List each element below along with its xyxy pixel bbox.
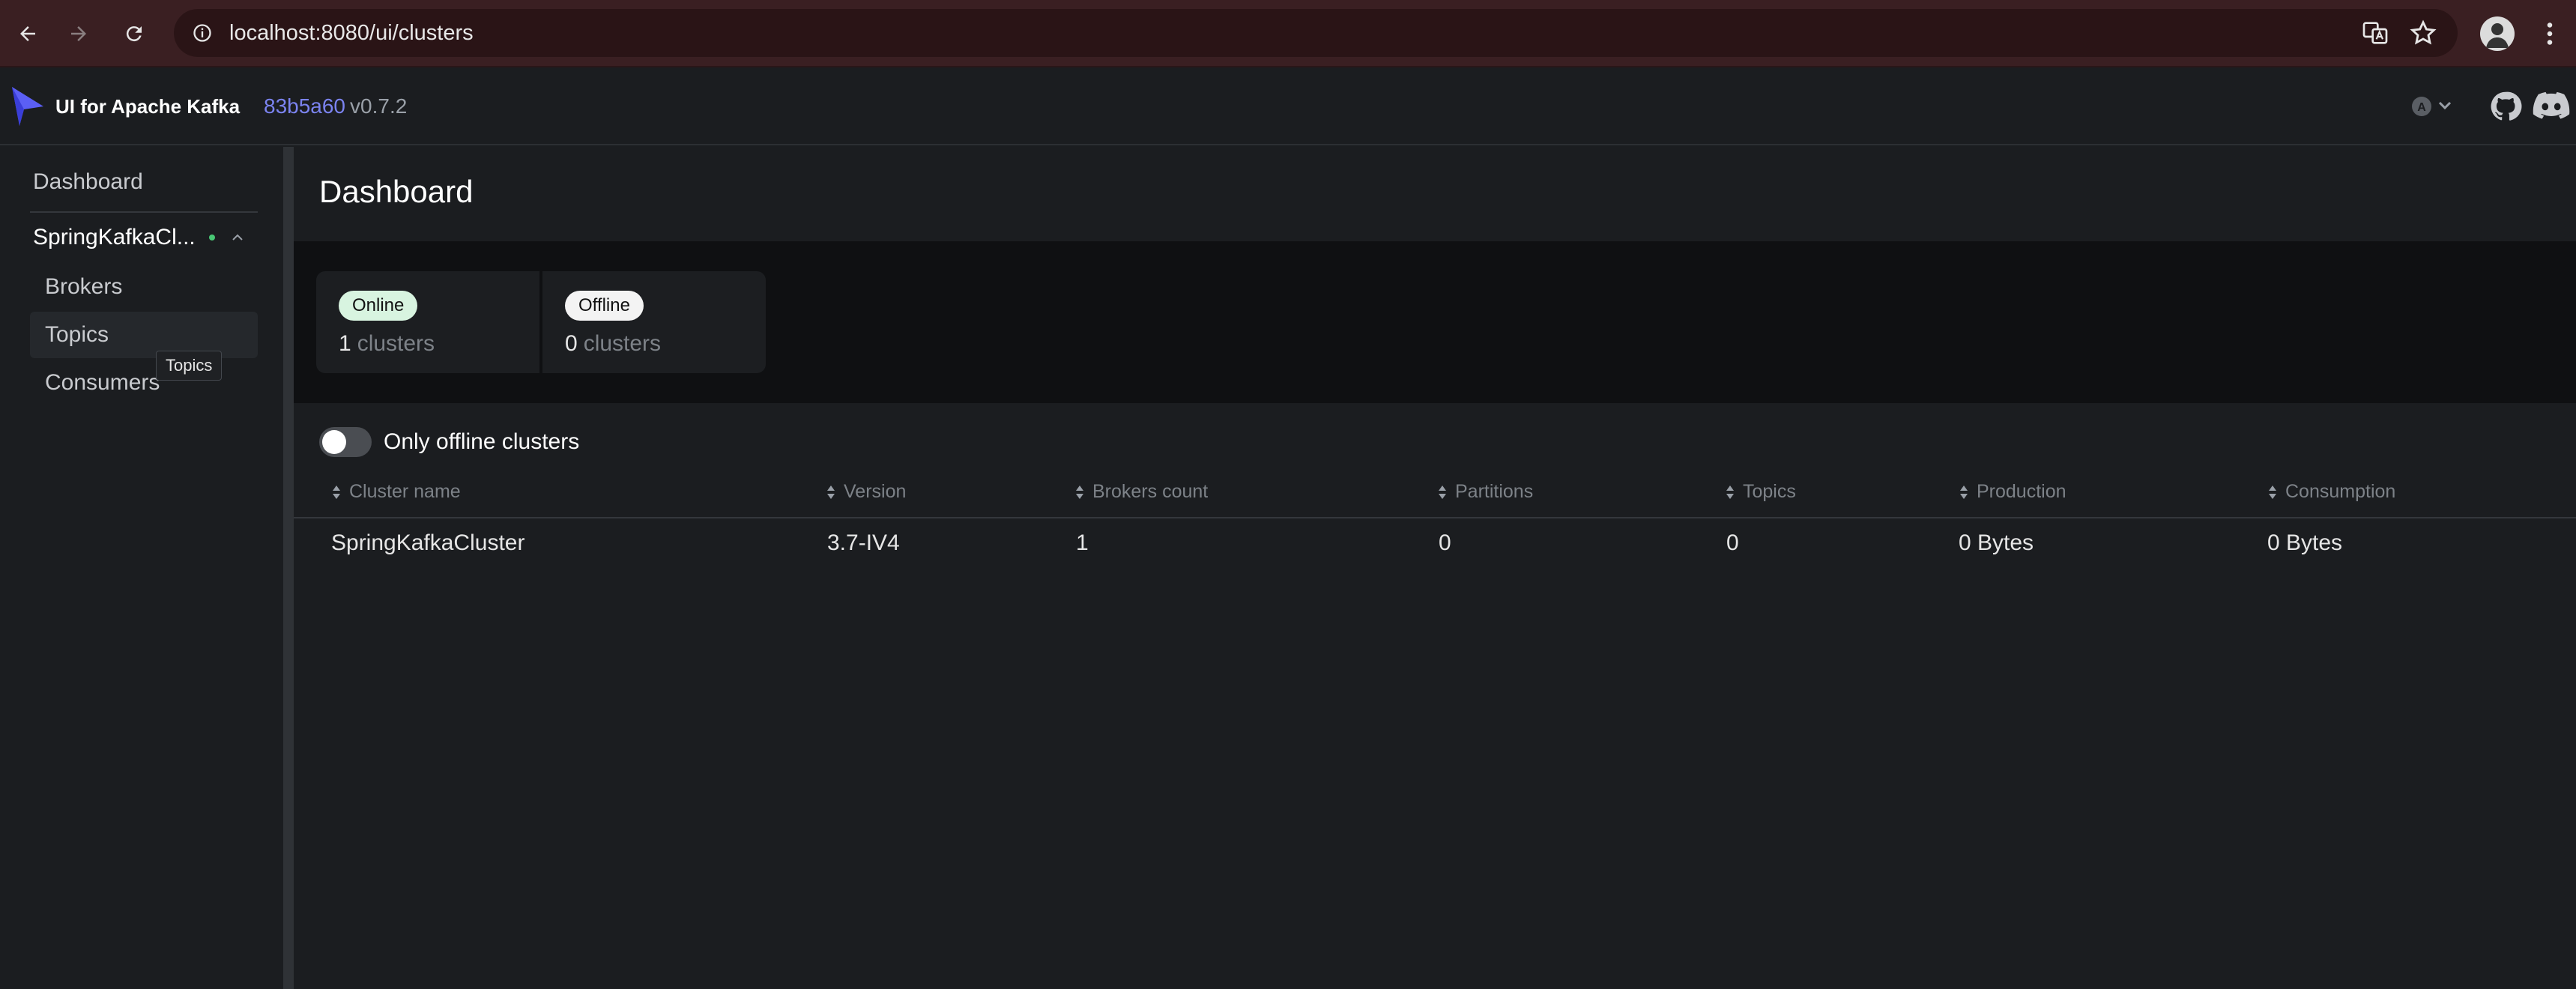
cell-production: 0 Bytes [1959,530,2034,555]
sort-icon [1439,485,1446,499]
clusters-table-header: Cluster name Version Brokers count Parti… [294,474,2576,518]
cell-brokers-count: 1 [1076,530,1089,555]
arrow-left-icon [20,26,35,41]
table-row[interactable]: SpringKafkaCluster 3.7-IV4 1 0 0 0 Bytes… [294,520,2576,574]
arrow-right-icon [71,26,86,41]
sidebar-divider [30,211,258,213]
sort-icon [1960,485,1968,499]
sidebar-item-brokers[interactable]: Brokers [30,264,258,310]
cell-partitions: 0 [1439,530,1451,555]
column-consumption[interactable]: Consumption [2267,481,2395,503]
online-clusters-card: Online 1 clusters [316,271,539,373]
offline-filter: Only offline clusters [319,427,579,457]
address-bar[interactable]: localhost:8080/ui/clusters [174,9,2458,57]
chevron-up-icon [232,234,243,241]
cell-version: 3.7-IV4 [827,530,900,555]
sort-icon [333,485,340,499]
cell-consumption: 0 Bytes [2267,530,2343,555]
sort-icon [1076,485,1083,499]
offline-count-unit: clusters [583,331,662,356]
sort-icon [1726,485,1734,499]
sidebar-cluster-name: SpringKafkaCl... [33,225,196,249]
column-version[interactable]: Version [826,481,906,503]
version-number: v0.7.2 [350,94,408,118]
site-info-icon[interactable] [187,18,217,48]
offline-count: 0 clusters [565,331,661,357]
bookmark-star-icon[interactable] [2408,18,2438,48]
back-button[interactable] [10,16,45,51]
column-label: Cluster name [349,481,461,502]
sidebar-item-consumers[interactable]: Consumers [30,360,258,406]
column-label: Production [1977,481,2066,502]
offline-clusters-card: Offline 0 clusters [542,271,766,373]
discord-icon[interactable] [2533,90,2570,123]
kafka-ui-logo-icon[interactable] [7,84,46,129]
sidebar-item-topics[interactable]: Topics [30,312,258,358]
translate-icon[interactable] [2360,18,2390,48]
brand-name[interactable]: UI for Apache Kafka [55,67,240,145]
column-partitions[interactable]: Partitions [1437,481,1533,503]
url-text[interactable]: localhost:8080/ui/clusters [229,9,474,57]
cluster-stats: Online 1 clusters Offline 0 clusters [294,241,2576,403]
column-label: Brokers count [1092,481,1209,502]
online-count-unit: clusters [357,331,435,356]
online-badge: Online [339,291,418,321]
only-offline-toggle[interactable] [319,427,372,457]
profile-avatar[interactable] [2480,16,2515,51]
sidebar-cluster-toggle[interactable]: SpringKafkaCl... [33,225,247,250]
app-header: UI for Apache Kafka 83b5a60 v0.7.2 A [0,67,2576,145]
version-hash-link[interactable]: 83b5a60 [264,94,345,118]
browser-toolbar: localhost:8080/ui/clusters [0,0,2576,67]
cluster-status-dot [208,235,215,241]
sidebar: Dashboard SpringKafkaCl... Brokers Topic… [0,147,283,989]
theme-letter: A [2417,101,2426,114]
only-offline-label[interactable]: Only offline clusters [384,429,579,455]
topics-tooltip: Topics [156,351,223,381]
online-count: 1 clusters [339,331,435,357]
column-label: Consumption [2285,481,2396,502]
cell-topics: 0 [1726,530,1739,555]
theme-switcher[interactable]: A [2407,91,2461,121]
offline-badge: Offline [565,291,644,321]
reload-button[interactable] [117,16,151,51]
column-production[interactable]: Production [1959,481,2066,503]
sidebar-item-dashboard[interactable]: Dashboard [33,169,143,195]
column-brokers-count[interactable]: Brokers count [1074,481,1208,503]
app-version: 83b5a60 v0.7.2 [264,67,407,145]
reload-icon [126,26,142,42]
more-menu-icon[interactable] [2533,16,2567,51]
user-icon [2486,23,2509,48]
column-label: Topics [1743,481,1796,502]
offline-count-value: 0 [565,331,578,356]
column-cluster-name[interactable]: Cluster name [331,481,461,503]
cell-cluster-name[interactable]: SpringKafkaCluster [331,530,524,556]
page-title: Dashboard [319,174,474,209]
column-label: Partitions [1455,481,1534,502]
column-topics[interactable]: Topics [1725,481,1796,503]
toggle-knob [322,430,346,454]
sidebar-scrollbar[interactable] [283,147,294,989]
sort-icon [827,485,835,499]
forward-button[interactable] [61,16,96,51]
github-icon[interactable] [2489,90,2522,123]
online-count-value: 1 [339,331,351,356]
sort-icon [2269,485,2276,499]
main-content: Dashboard Online 1 clusters Offline 0 clus… [294,147,2576,989]
column-label: Version [844,481,907,502]
